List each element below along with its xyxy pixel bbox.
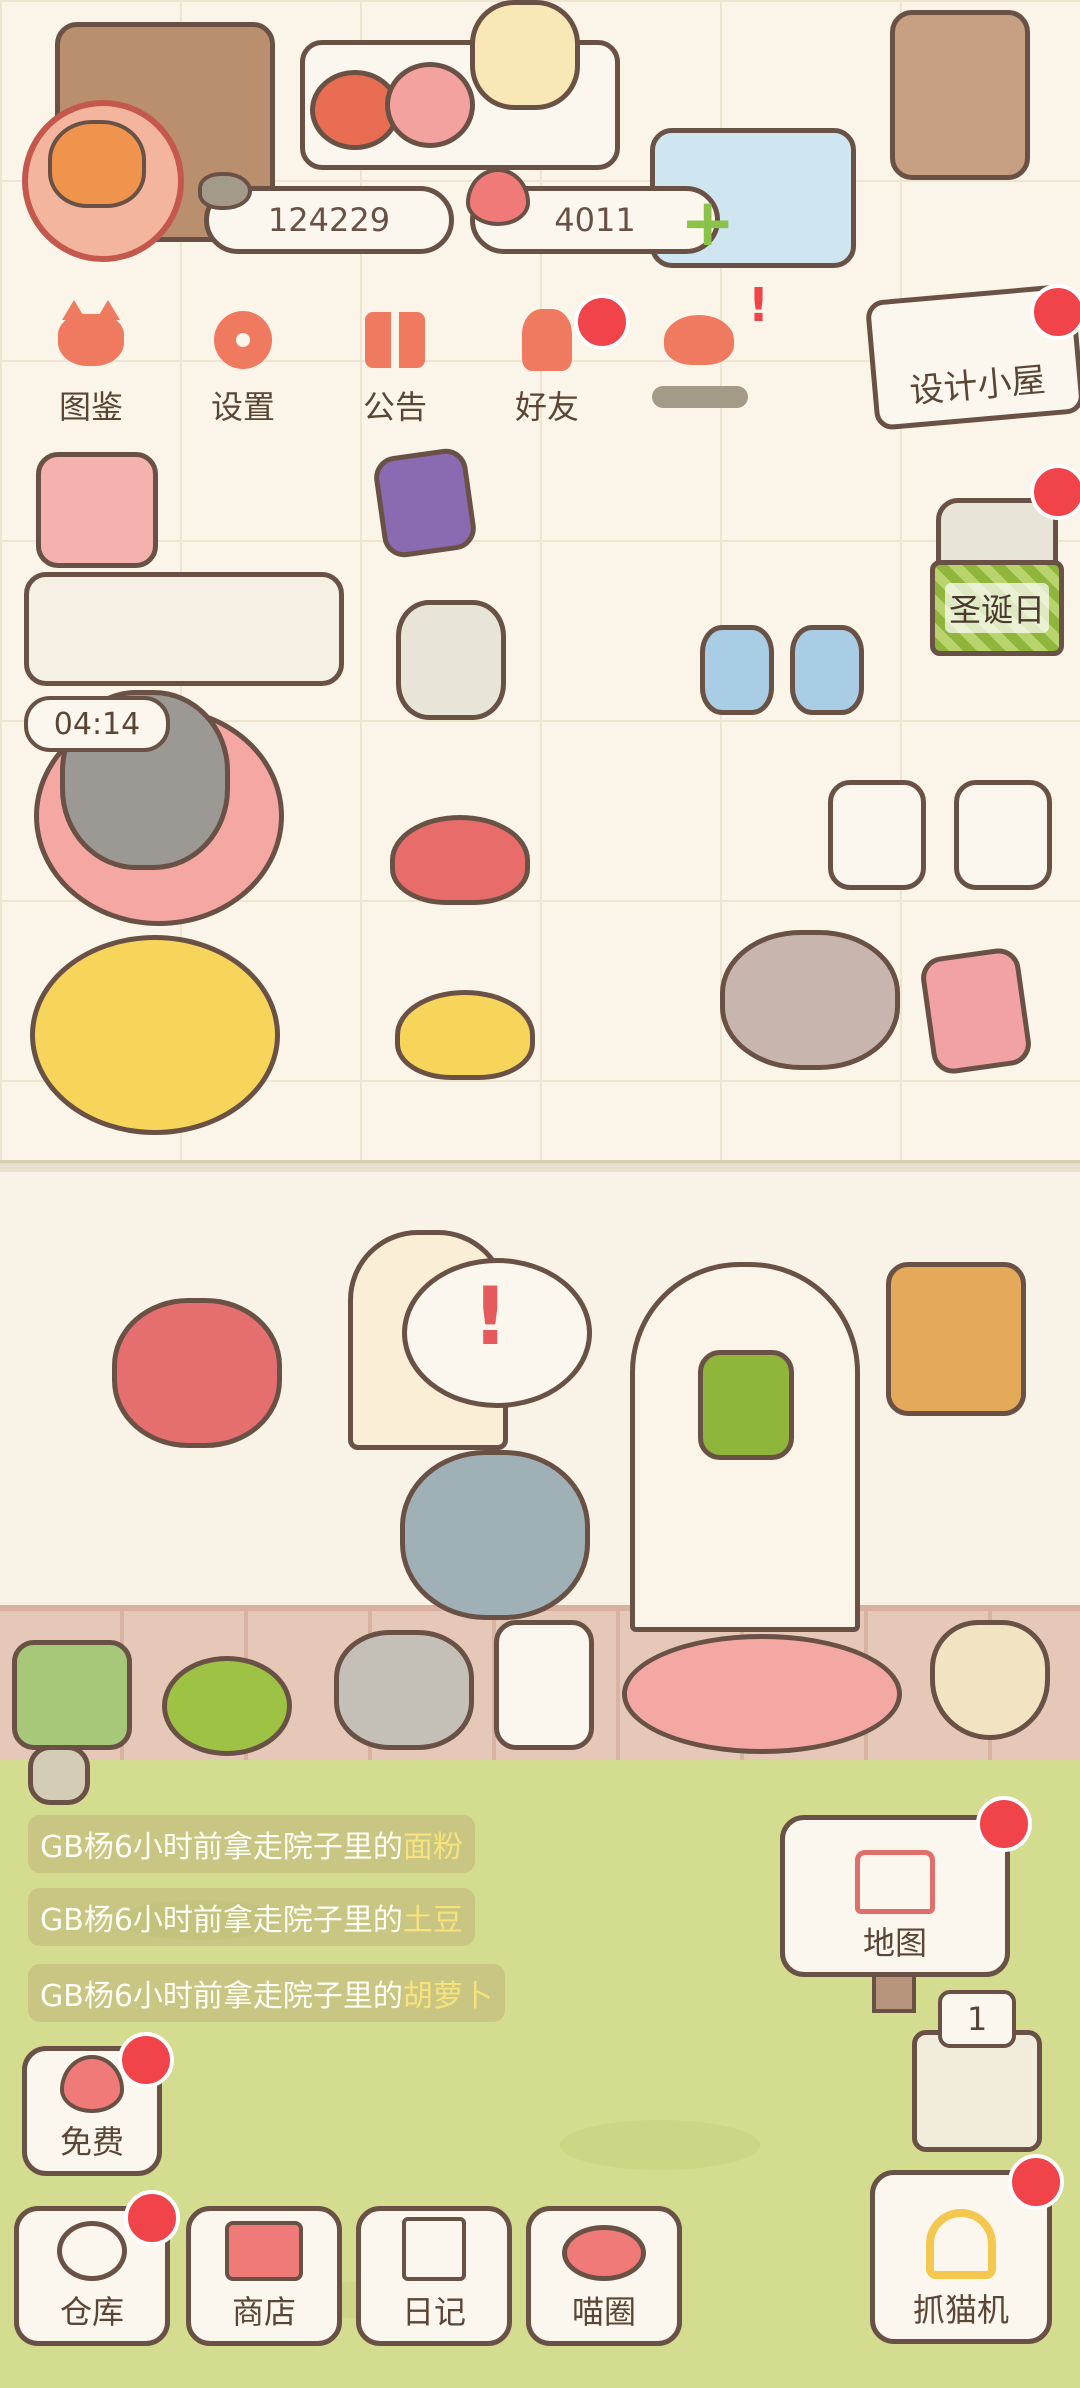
hearts-icon bbox=[656, 300, 742, 380]
message-item: 面粉 bbox=[402, 1830, 463, 1865]
map-button[interactable]: 地图 bbox=[780, 1815, 1010, 1977]
gear-icon bbox=[200, 300, 286, 380]
add-hearts-plus-icon[interactable]: + bbox=[680, 190, 735, 256]
bean-bag[interactable] bbox=[30, 935, 280, 1135]
diary-button[interactable]: 日记 bbox=[356, 2206, 512, 2346]
nav-settings-label: 设置 bbox=[210, 388, 275, 426]
bamboo-plant[interactable] bbox=[12, 1640, 132, 1750]
message-item: 胡萝卜 bbox=[402, 1979, 493, 2014]
design-notification-dot bbox=[1030, 284, 1080, 340]
cat-planet-icon bbox=[562, 2225, 646, 2281]
pink-pet-bed[interactable] bbox=[622, 1634, 902, 1754]
gacha-count-value: 1 bbox=[966, 2000, 988, 2038]
exclamation-icon: ! bbox=[472, 1270, 509, 1363]
nav-announcement[interactable]: 公告 bbox=[340, 300, 450, 428]
doll-figure[interactable] bbox=[470, 0, 580, 110]
gacha-count-badge: 1 bbox=[938, 1990, 1016, 2048]
claw-machine-label: 抓猫机 bbox=[912, 2291, 1009, 2329]
nav-announcement-label: 公告 bbox=[362, 388, 427, 426]
activity-message: GB杨6小时前拿走院子里的 胡萝卜 bbox=[28, 1964, 505, 2022]
friends-notification-dot bbox=[574, 294, 630, 350]
diary-book[interactable] bbox=[918, 945, 1034, 1077]
claw-icon bbox=[926, 2209, 996, 2279]
diary-label: 日记 bbox=[401, 2293, 466, 2331]
cat-bed[interactable] bbox=[24, 572, 344, 686]
wall-phone[interactable] bbox=[886, 1262, 1026, 1416]
activity-message: GB杨6小时前拿走院子里的 面粉 bbox=[28, 1815, 475, 1873]
shop-label: 商店 bbox=[231, 2293, 296, 2331]
mouse-character[interactable] bbox=[400, 1450, 590, 1620]
activity-message: GB杨6小时前拿走院子里的 土豆 bbox=[28, 1888, 475, 1946]
yarn-ball bbox=[385, 62, 475, 148]
map-notification-dot bbox=[976, 1796, 1032, 1852]
shop-button[interactable]: 商店 bbox=[186, 2206, 342, 2346]
umbrella-stand[interactable] bbox=[954, 780, 1052, 890]
boot bbox=[700, 625, 774, 715]
trash-bin[interactable] bbox=[890, 10, 1030, 180]
shop-icon bbox=[225, 2221, 303, 2281]
message-text: GB杨6小时前拿走院子里的 bbox=[40, 1903, 403, 1938]
christmas-event-button[interactable]: 圣诞日 bbox=[930, 560, 1064, 656]
calendar[interactable] bbox=[36, 452, 158, 568]
gift-icon bbox=[352, 300, 438, 380]
message-item: 土豆 bbox=[402, 1903, 463, 1938]
cat-book-icon bbox=[48, 300, 134, 380]
nav-settings[interactable]: 设置 bbox=[188, 300, 298, 428]
cat-circle-button[interactable]: 喵圈 bbox=[526, 2206, 682, 2346]
heart-currency-value: 4011 bbox=[554, 201, 636, 239]
message-text: GB杨6小时前拿走院子里的 bbox=[40, 1979, 403, 2014]
fish-currency-value: 124229 bbox=[267, 201, 391, 239]
fish-icon bbox=[198, 172, 252, 210]
free-label: 免费 bbox=[59, 2123, 124, 2161]
cat-circle-label: 喵圈 bbox=[571, 2293, 636, 2331]
nav-friends-label: 好友 bbox=[514, 388, 579, 426]
gacha-machine[interactable] bbox=[912, 2030, 1042, 2152]
heart-icon bbox=[60, 2055, 124, 2113]
nav-hearts[interactable] bbox=[644, 300, 754, 380]
stool[interactable] bbox=[396, 600, 506, 720]
umbrella-stand[interactable] bbox=[828, 780, 926, 890]
timer-value: 04:14 bbox=[53, 706, 141, 742]
christmas-notification-dot bbox=[1030, 464, 1080, 520]
house-icon bbox=[855, 1850, 935, 1914]
free-notification-dot bbox=[118, 2032, 174, 2088]
nav-collection-label: 图鉴 bbox=[58, 388, 123, 426]
moss-pot[interactable] bbox=[162, 1656, 292, 1756]
avatar-cat-icon bbox=[48, 120, 146, 208]
claw-notification-dot bbox=[1008, 2154, 1064, 2210]
cat-sleep-timer: 04:14 bbox=[24, 696, 170, 752]
wall-emblem bbox=[112, 1298, 282, 1448]
nav-collection[interactable]: 图鉴 bbox=[36, 300, 146, 428]
christmas-event-label: 圣诞日 bbox=[944, 583, 1049, 633]
hearts-alert-icon: ! bbox=[748, 278, 769, 332]
broom[interactable] bbox=[930, 1620, 1050, 1740]
warehouse-notification-dot bbox=[124, 2190, 180, 2246]
warehouse-icon bbox=[57, 2221, 127, 2281]
food-bowl[interactable] bbox=[395, 990, 535, 1080]
mouse-character[interactable] bbox=[720, 930, 900, 1070]
warehouse-label: 仓库 bbox=[59, 2293, 124, 2331]
hearts-progress-bar bbox=[652, 386, 748, 408]
notification-card[interactable] bbox=[28, 1745, 90, 1805]
map-label: 地图 bbox=[862, 1924, 927, 1962]
design-house-label: 设计小屋 bbox=[908, 360, 1048, 412]
flower-pot[interactable] bbox=[494, 1620, 594, 1750]
grass-patch bbox=[560, 2120, 760, 2170]
charm-ornament[interactable] bbox=[698, 1350, 794, 1460]
message-text: GB杨6小时前拿走院子里的 bbox=[40, 1830, 403, 1865]
boot bbox=[790, 625, 864, 715]
book[interactable] bbox=[371, 445, 479, 561]
food-bowl[interactable] bbox=[390, 815, 530, 905]
tulip-pot[interactable] bbox=[334, 1630, 474, 1750]
diary-icon bbox=[402, 2217, 466, 2281]
